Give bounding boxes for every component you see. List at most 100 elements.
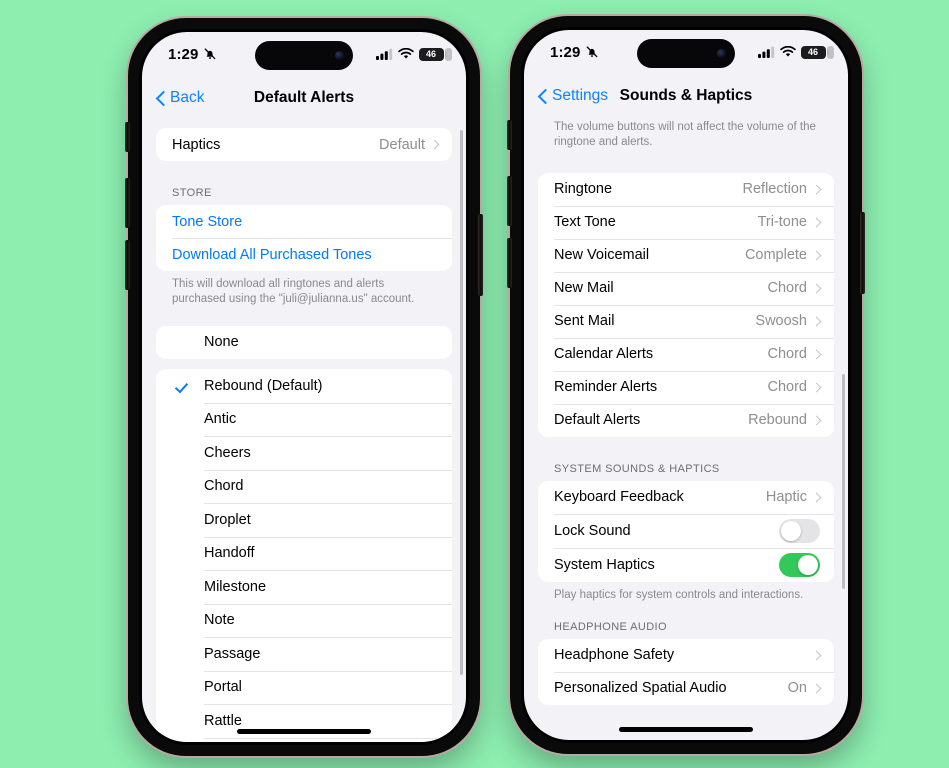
row-tone-portal[interactable]: Portal [156, 670, 452, 705]
bezel-left: 1:29 46 Back Default Alerts Haptics Defa… [139, 29, 469, 745]
row-tone-store[interactable]: Tone Store [156, 205, 452, 238]
row-tone-label: Chord [204, 478, 244, 495]
battery-level-label: 46 [425, 48, 436, 59]
row-tone-label: Handoff [204, 545, 255, 562]
row-tone-label: Antic [204, 411, 237, 428]
scrollbar-right[interactable] [842, 374, 845, 589]
row-tone-rebound[interactable]: Rebound (Default) [156, 369, 452, 403]
row-personalized-spatial-audio[interactable]: Personalized Spatial Audio On [538, 671, 834, 705]
volume-footer-text: The volume buttons will not affect the v… [554, 121, 816, 149]
row-label: Default Alerts [554, 412, 641, 429]
headphone-group: Headphone Safety Personalized Spatial Au… [538, 638, 834, 705]
row-headphone-safety[interactable]: Headphone Safety [538, 639, 834, 672]
iphone-right: 1:29 46 Settings Sounds & Haptics The vo… [507, 16, 865, 754]
row-tone-store-label: Tone Store [172, 213, 243, 230]
row-label: Sent Mail [554, 313, 615, 330]
back-button-label: Settings [552, 87, 609, 104]
row-download-all-label: Download All Purchased Tones [172, 246, 372, 263]
row-tone-label: Passage [204, 645, 261, 662]
row-tone-handoff[interactable]: Handoff [156, 536, 452, 571]
screenshot-stage: 1:29 46 Back Default Alerts Haptics Defa… [0, 0, 949, 768]
action-button-left[interactable] [125, 122, 130, 152]
store-section-footer: This will download all ringtones and ale… [172, 278, 415, 306]
tones-group: Rebound (Default) Antic Cheers Chord Dro [156, 369, 452, 742]
row-tone-label: Cheers [204, 444, 251, 461]
power-button-right[interactable] [860, 212, 865, 294]
row-tone-label: Milestone [204, 578, 267, 595]
toggle-knob [798, 554, 818, 575]
row-haptics-value: Default [379, 136, 425, 153]
checkmark-icon [176, 379, 189, 392]
volume-down-button-left[interactable] [125, 240, 130, 290]
row-value: Chord [767, 346, 808, 363]
power-button-left[interactable] [478, 214, 483, 296]
row-tone-passage[interactable]: Passage [156, 637, 452, 671]
screen-right: 1:29 46 Settings Sounds & Haptics The vo… [524, 30, 848, 740]
row-label: Lock Sound [554, 522, 631, 539]
chevron-right-icon [811, 250, 822, 261]
row-tone-droplet[interactable]: Droplet [156, 503, 452, 537]
toggle-knob [781, 520, 801, 541]
row-download-all-purchased-tones[interactable]: Download All Purchased Tones [156, 238, 452, 271]
chevron-right-icon [811, 382, 822, 393]
row-tone-label: Portal [204, 679, 242, 696]
row-calendar-alerts[interactable]: Calendar Alerts Chord [538, 337, 834, 371]
status-bar-left: 1:29 46 [142, 32, 466, 76]
headphone-section-header: HEADPHONE AUDIO [554, 620, 667, 633]
volume-down-button-right[interactable] [507, 238, 512, 288]
row-new-mail[interactable]: New Mail Chord [538, 271, 834, 305]
row-tone-label: Rattle [204, 712, 242, 729]
row-reminder-alerts[interactable]: Reminder Alerts Chord [538, 370, 834, 404]
scroll-content-left[interactable]: Haptics Default STORE Tone Store Downloa… [142, 120, 466, 742]
row-lock-sound[interactable]: Lock Sound [538, 513, 834, 548]
row-tone-note[interactable]: Note [156, 603, 452, 638]
row-label: Keyboard Feedback [554, 489, 684, 506]
row-sent-mail[interactable]: Sent Mail Swoosh [538, 304, 834, 338]
row-tone-chord[interactable]: Chord [156, 469, 452, 504]
system-section-header: SYSTEM SOUNDS & HAPTICS [554, 462, 720, 475]
haptics-group: Haptics Default [156, 128, 452, 161]
row-tone-none[interactable]: None [156, 326, 452, 360]
system-haptics-toggle[interactable] [779, 552, 820, 577]
front-camera-icon [717, 49, 726, 58]
row-value: Chord [767, 280, 808, 297]
status-time-label: 1:29 [550, 43, 581, 61]
row-system-haptics[interactable]: System Haptics [538, 547, 834, 582]
scrollbar-left[interactable] [460, 130, 463, 675]
row-tone-antic[interactable]: Antic [156, 402, 452, 437]
bell-slash-icon [587, 46, 598, 58]
battery-level-label: 46 [807, 46, 818, 57]
volume-up-button-right[interactable] [507, 176, 512, 226]
status-time-right: 1:29 [550, 44, 599, 61]
scroll-content-right[interactable]: The volume buttons will not affect the v… [524, 118, 848, 740]
row-tone-cheers[interactable]: Cheers [156, 436, 452, 470]
row-default-alerts[interactable]: Default Alerts Rebound [538, 403, 834, 437]
system-section-footer: Play haptics for system controls and int… [554, 588, 804, 601]
chevron-right-icon [811, 316, 822, 327]
row-label: Ringtone [554, 181, 613, 198]
row-ringtone[interactable]: Ringtone Reflection [538, 173, 834, 206]
chevron-right-icon [811, 217, 822, 228]
cellular-bars-icon [376, 48, 393, 60]
row-haptics[interactable]: Haptics Default [156, 128, 452, 161]
row-new-voicemail[interactable]: New Voicemail Complete [538, 238, 834, 272]
store-section-header: STORE [172, 187, 212, 199]
row-text-tone[interactable]: Text Tone Tri-tone [538, 205, 834, 239]
home-indicator-left[interactable] [237, 729, 371, 734]
battery-indicator-left: 46 [419, 47, 452, 61]
lock-sound-toggle[interactable] [779, 518, 820, 543]
row-tone-slide[interactable]: Slide [156, 737, 452, 742]
row-tone-milestone[interactable]: Milestone [156, 570, 452, 604]
row-keyboard-feedback[interactable]: Keyboard Feedback Haptic [538, 481, 834, 514]
chevron-right-icon [811, 349, 822, 360]
volume-up-button-left[interactable] [125, 178, 130, 228]
home-indicator-right[interactable] [619, 727, 753, 732]
wifi-icon [398, 48, 414, 59]
battery-body-icon: 46 [419, 47, 447, 61]
store-group: Tone Store Download All Purchased Tones [156, 205, 452, 271]
back-button-left[interactable]: Back [156, 89, 204, 107]
action-button-right[interactable] [507, 120, 512, 150]
chevron-right-icon [811, 492, 822, 503]
nav-bar-right: Settings Sounds & Haptics [524, 74, 848, 118]
back-button-right[interactable]: Settings [538, 87, 608, 105]
